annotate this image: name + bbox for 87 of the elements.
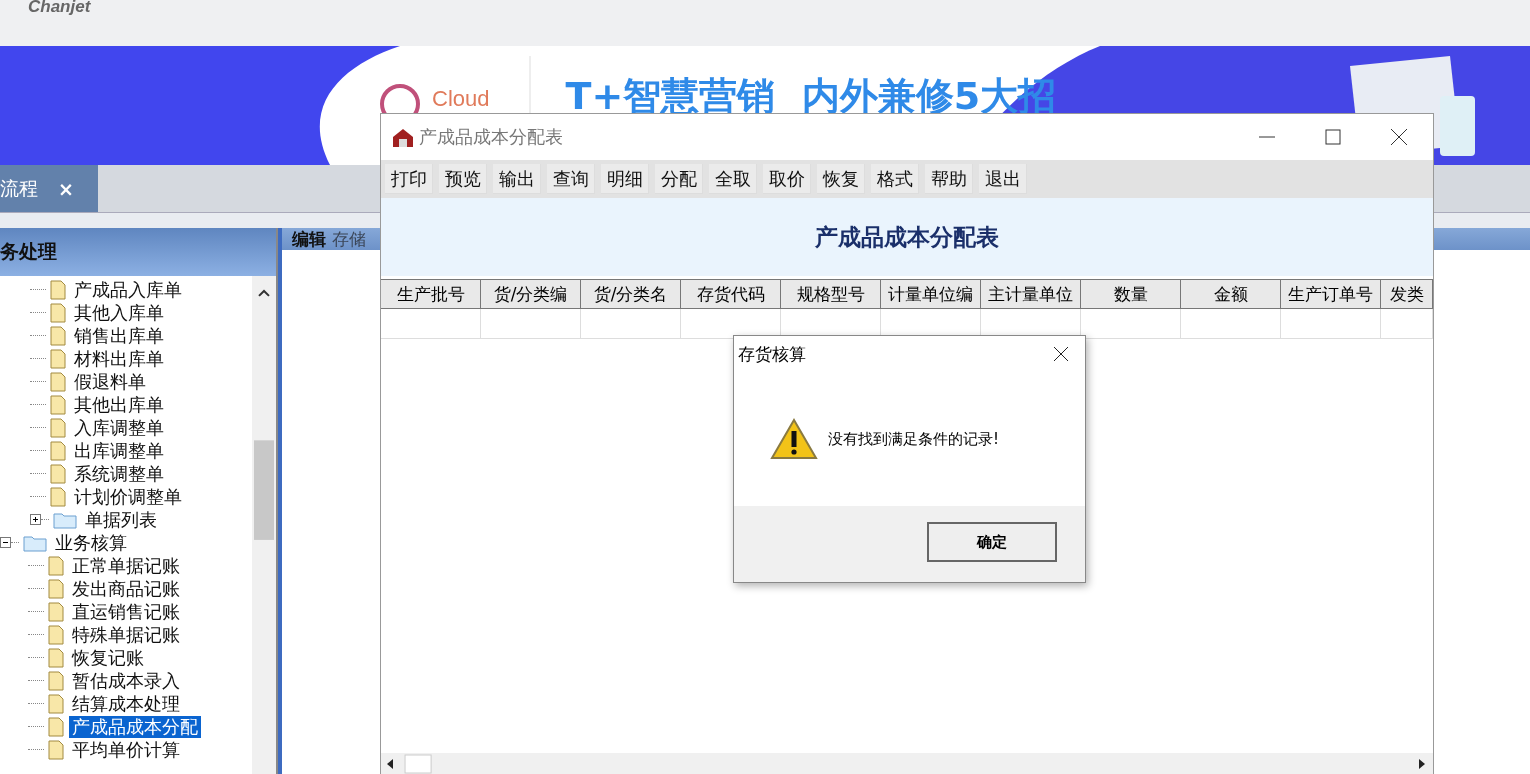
column-header[interactable]: 主计量单位 [981, 279, 1081, 309]
collapse-icon[interactable] [0, 537, 11, 548]
tab-label: 流程 [0, 175, 38, 201]
document-icon [48, 647, 64, 668]
close-icon[interactable] [1389, 127, 1409, 147]
document-icon [50, 348, 66, 369]
document-icon [50, 417, 66, 438]
panel-title: 务处理 [0, 228, 276, 276]
dialog-message: 没有找到满足条件的记录! [828, 429, 999, 449]
tree-item[interactable]: 入库调整单 [71, 416, 167, 439]
column-header[interactable]: 发类 [1381, 279, 1433, 309]
tree-item[interactable]: 结算成本处理 [69, 692, 183, 715]
tree-item[interactable]: 直运销售记账 [69, 600, 183, 623]
column-header[interactable]: 货/分类编 [481, 279, 581, 309]
toolbar-button[interactable]: 帮助 [925, 164, 973, 194]
column-header[interactable]: 生产订单号 [1281, 279, 1381, 309]
toolbar-button[interactable]: 查询 [547, 164, 595, 194]
toolbar-button[interactable]: 全取 [709, 164, 757, 194]
tree-item[interactable]: 假退料单 [71, 370, 149, 393]
document-icon [50, 302, 66, 323]
document-icon [48, 555, 64, 576]
tree-item[interactable]: 平均单价计算 [69, 738, 183, 761]
brand-label: Cloud [432, 85, 490, 112]
tree-item[interactable]: 发出商品记账 [69, 577, 183, 600]
tree-item[interactable]: 业务核算 [52, 531, 130, 554]
column-header[interactable]: 货/分类名 [581, 279, 681, 309]
document-icon [50, 371, 66, 392]
tree-item[interactable]: 特殊单据记账 [69, 623, 183, 646]
document-icon [50, 325, 66, 346]
tree-item[interactable]: 其他入库单 [71, 301, 167, 324]
expand-icon[interactable] [30, 514, 41, 525]
scrollbar[interactable] [381, 753, 1433, 774]
folder-icon [53, 510, 77, 529]
tree-item[interactable]: 正常单据记账 [69, 554, 183, 577]
menu-item[interactable]: 编辑 [292, 227, 326, 251]
tree-item[interactable]: 恢复记账 [69, 646, 147, 669]
toolbar-button[interactable]: 分配 [655, 164, 703, 194]
close-icon[interactable] [1051, 344, 1071, 364]
document-icon [48, 670, 64, 691]
tab[interactable]: 流程 × [0, 165, 98, 212]
document-icon [50, 463, 66, 484]
tree-item[interactable]: 计划价调整单 [71, 485, 185, 508]
document-icon [48, 578, 64, 599]
tree-item[interactable]: 产成品成本分配 [69, 715, 201, 738]
document-icon [50, 440, 66, 461]
column-header[interactable]: 计量单位编 [881, 279, 981, 309]
toolbar-button[interactable]: 格式 [871, 164, 919, 194]
toolbar-button[interactable]: 打印 [385, 164, 433, 194]
tree-item[interactable]: 销售出库单 [71, 324, 167, 347]
document-icon [48, 624, 64, 645]
logo: Chanjet [28, 0, 91, 14]
house-icon [391, 126, 415, 148]
column-header[interactable]: 数量 [1081, 279, 1181, 309]
tree-item[interactable]: 材料出库单 [71, 347, 167, 370]
document-icon [48, 716, 64, 737]
document-icon [48, 601, 64, 622]
toolbar-button[interactable]: 预览 [439, 164, 487, 194]
toolbar-button[interactable]: 明细 [601, 164, 649, 194]
tree-item[interactable]: 产成品入库单 [71, 278, 185, 301]
window-title: 产成品成本分配表 [419, 125, 564, 149]
toolbar-button[interactable]: 取价 [763, 164, 811, 194]
warning-icon [770, 418, 818, 460]
tree-item[interactable]: 系统调整单 [71, 462, 167, 485]
document-icon [48, 693, 64, 714]
document-icon [50, 279, 66, 300]
scrollbar[interactable] [252, 276, 276, 774]
tree-item[interactable]: 暂估成本录入 [69, 669, 183, 692]
tree-item[interactable]: 单据列表 [82, 508, 160, 531]
column-header[interactable]: 规格型号 [781, 279, 881, 309]
toolbar-button[interactable]: 退出 [979, 164, 1027, 194]
column-header[interactable]: 金额 [1181, 279, 1281, 309]
ok-button[interactable]: 确定 [927, 522, 1057, 562]
document-icon [48, 739, 64, 760]
column-header[interactable]: 存货代码 [681, 279, 781, 309]
dialog-title: 存货核算 [738, 342, 806, 366]
table-cell [1381, 309, 1433, 339]
folder-icon [23, 533, 47, 552]
maximize-icon[interactable] [1323, 127, 1343, 147]
report-heading: 产成品成本分配表 [815, 222, 999, 252]
toolbar-button[interactable]: 恢复 [817, 164, 865, 194]
tree-item[interactable]: 出库调整单 [71, 439, 167, 462]
column-header[interactable]: 生产批号 [381, 279, 481, 309]
close-icon[interactable]: × [58, 177, 74, 200]
toolbar-button[interactable]: 输出 [493, 164, 541, 194]
tree-item[interactable]: 其他出库单 [71, 393, 167, 416]
document-icon [50, 394, 66, 415]
document-icon [50, 486, 66, 507]
